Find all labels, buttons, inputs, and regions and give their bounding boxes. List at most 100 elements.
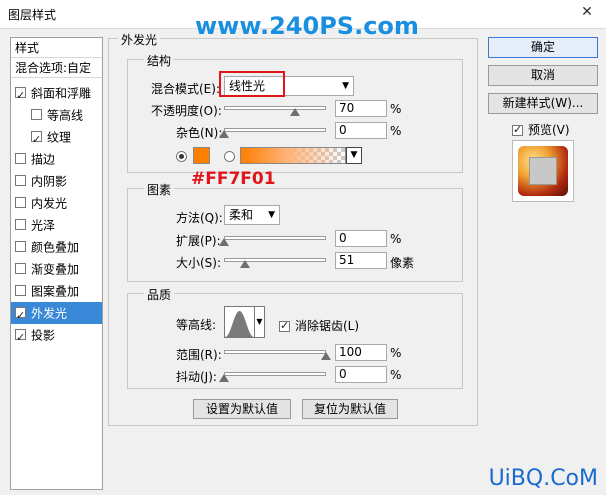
- contour-curve-icon: [225, 311, 254, 337]
- styles-header[interactable]: 样式: [11, 38, 102, 58]
- range-slider[interactable]: [224, 350, 326, 354]
- spread-slider-thumb[interactable]: [219, 238, 229, 246]
- range-unit: %: [390, 346, 402, 360]
- style-item[interactable]: 等高线: [11, 104, 102, 126]
- checkbox-icon[interactable]: [15, 285, 26, 296]
- style-item-label: 内阴影: [31, 174, 68, 189]
- style-item[interactable]: 图案叠加: [11, 280, 102, 302]
- quality-title: 品质: [144, 286, 175, 303]
- style-item[interactable]: 斜面和浮雕: [11, 82, 102, 107]
- checkbox-icon[interactable]: [15, 197, 26, 208]
- jitter-slider[interactable]: [224, 372, 326, 376]
- opacity-unit: %: [390, 102, 402, 116]
- style-item[interactable]: 投影: [11, 324, 102, 349]
- checkbox-checked-icon[interactable]: [31, 129, 42, 151]
- noise-slider[interactable]: [224, 128, 326, 132]
- style-item-label: 光泽: [31, 218, 56, 233]
- preview-square: [529, 157, 557, 185]
- opacity-input[interactable]: 70: [335, 100, 387, 117]
- gradient-radio[interactable]: [224, 151, 235, 162]
- style-item-label: 内发光: [31, 196, 68, 211]
- style-list: 样式 混合选项:自定 斜面和浮雕等高线纹理描边内阴影内发光光泽颜色叠加渐变叠加图…: [10, 37, 103, 490]
- style-item-label: 描边: [31, 152, 56, 167]
- dropdown-arrow-icon: ▼: [342, 81, 349, 91]
- opacity-slider-thumb[interactable]: [290, 108, 301, 116]
- style-item[interactable]: 内发光: [11, 192, 102, 214]
- watermark-bottom: UiBQ.CoM: [488, 466, 598, 491]
- style-item[interactable]: 外发光: [11, 302, 102, 327]
- style-preview: [512, 140, 574, 202]
- contour-dropdown-icon[interactable]: ▼: [255, 306, 265, 338]
- jitter-input[interactable]: 0: [335, 366, 387, 383]
- style-item-label: 斜面和浮雕: [31, 86, 92, 101]
- style-item[interactable]: 描边: [11, 148, 102, 170]
- size-slider[interactable]: [224, 258, 326, 262]
- size-slider-thumb[interactable]: [240, 260, 251, 268]
- checkbox-icon[interactable]: [15, 175, 26, 186]
- noise-unit: %: [390, 124, 402, 138]
- range-label: 范围(R):: [176, 348, 222, 362]
- highlight-box: [219, 71, 285, 97]
- checkbox-checked-icon: [279, 319, 290, 332]
- range-slider-thumb[interactable]: [321, 352, 331, 360]
- checkbox-checked-icon: [512, 123, 523, 136]
- contour-picker[interactable]: [224, 306, 255, 338]
- checkbox-checked-icon[interactable]: [15, 305, 26, 327]
- antialias-label: 消除锯齿(L): [295, 319, 360, 333]
- noise-input[interactable]: 0: [335, 122, 387, 139]
- ok-button[interactable]: 确定: [488, 37, 598, 58]
- style-item[interactable]: 颜色叠加: [11, 236, 102, 258]
- technique-select[interactable]: 柔和 ▼: [224, 205, 280, 225]
- jitter-slider-thumb[interactable]: [219, 374, 229, 382]
- dropdown-arrow-icon: ▼: [268, 210, 275, 220]
- style-item-label: 渐变叠加: [31, 262, 80, 277]
- noise-slider-thumb[interactable]: [219, 130, 229, 138]
- style-item[interactable]: 渐变叠加: [11, 258, 102, 280]
- contour-label: 等高线:: [176, 318, 217, 332]
- structure-title: 结构: [144, 52, 175, 69]
- reset-default-button[interactable]: 复位为默认值: [302, 399, 398, 419]
- antialias-checkbox[interactable]: 消除锯齿(L): [279, 317, 359, 334]
- annotation-color-text: #FF7F01: [191, 169, 276, 189]
- style-item-label: 外发光: [31, 306, 68, 321]
- preview-label: 预览(V): [528, 123, 570, 137]
- size-label: 大小(S):: [176, 256, 222, 270]
- glow-color-swatch[interactable]: [193, 147, 210, 164]
- watermark-top: www.240PS.com: [195, 12, 419, 40]
- size-unit: 像素: [390, 256, 415, 270]
- style-item[interactable]: 纹理: [11, 126, 102, 151]
- blend-options-item[interactable]: 混合选项:自定: [11, 58, 102, 78]
- cancel-button[interactable]: 取消: [488, 65, 598, 86]
- checkbox-icon[interactable]: [15, 241, 26, 252]
- make-default-button[interactable]: 设置为默认值: [193, 399, 291, 419]
- checkbox-checked-icon[interactable]: [15, 327, 26, 349]
- checkbox-icon[interactable]: [15, 263, 26, 274]
- spread-input[interactable]: 0: [335, 230, 387, 247]
- blend-mode-label: 混合模式(E):: [151, 82, 220, 96]
- style-item-label: 投影: [31, 328, 56, 343]
- checkbox-icon[interactable]: [31, 109, 42, 120]
- spread-unit: %: [390, 232, 402, 246]
- spread-slider[interactable]: [224, 236, 326, 240]
- preview-checkbox[interactable]: 预览(V): [512, 121, 570, 138]
- size-input[interactable]: 51: [335, 252, 387, 269]
- noise-label: 杂色(N):: [176, 126, 223, 140]
- checkbox-icon[interactable]: [15, 219, 26, 230]
- style-item[interactable]: 内阴影: [11, 170, 102, 192]
- new-style-button[interactable]: 新建样式(W)...: [488, 93, 598, 114]
- glow-gradient-swatch[interactable]: [240, 147, 346, 164]
- range-input[interactable]: 100: [335, 344, 387, 361]
- checkbox-checked-icon[interactable]: [15, 85, 26, 107]
- style-item[interactable]: 光泽: [11, 214, 102, 236]
- technique-value: 柔和: [229, 208, 254, 222]
- checkbox-icon[interactable]: [15, 153, 26, 164]
- color-radio[interactable]: [176, 151, 187, 162]
- window-title: 图层样式: [8, 8, 57, 22]
- jitter-label: 抖动(J):: [176, 370, 217, 384]
- style-item-label: 纹理: [47, 130, 72, 145]
- gradient-dropdown-icon[interactable]: ▼: [346, 147, 362, 164]
- opacity-label: 不透明度(O):: [151, 104, 222, 118]
- opacity-slider[interactable]: [224, 106, 326, 110]
- elements-title: 图素: [144, 181, 175, 198]
- close-icon[interactable]: ✕: [578, 4, 596, 22]
